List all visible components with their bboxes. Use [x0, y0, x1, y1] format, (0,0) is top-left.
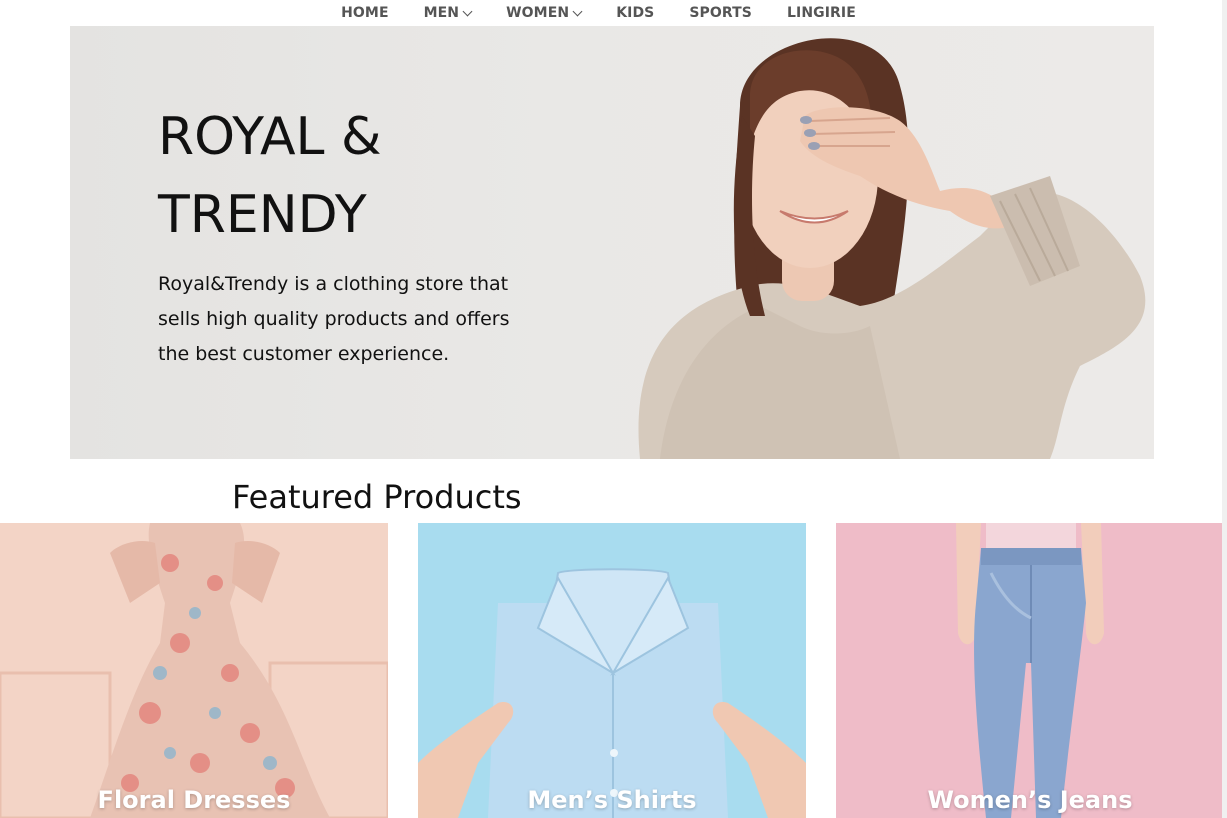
hero-title: ROYAL & TRENDY [158, 107, 382, 245]
page-scrollbar[interactable] [1222, 0, 1227, 818]
featured-heading: Featured Products [232, 478, 522, 516]
nav-item-label: WOMEN [506, 5, 570, 21]
hero-description: Royal&Trendy is a clothing store that se… [158, 273, 510, 365]
nav-item-kids[interactable]: KIDS [616, 5, 654, 21]
hero-model-image [638, 38, 1146, 459]
main-nav: HOME MEN WOMEN KIDS SPORTS LINGIRIE [0, 0, 1227, 26]
product-card-womens-jeans[interactable]: Women’s Jeans [836, 523, 1224, 818]
floral-dress-image [0, 523, 388, 818]
card-label: Floral Dresses [97, 786, 291, 814]
product-card-floral-dresses[interactable]: Floral Dresses [0, 523, 388, 818]
nav-item-label: HOME [341, 5, 389, 21]
card-label: Men’s Shirts [527, 786, 697, 814]
hero-banner: ROYAL & TRENDY Royal&Trendy is a clothin… [70, 26, 1154, 459]
chevron-down-icon [462, 6, 473, 16]
mens-shirt-image [418, 523, 806, 818]
nav-item-men[interactable]: MEN [423, 5, 473, 21]
nav-item-lingirie[interactable]: LINGIRIE [787, 5, 856, 21]
nav-item-women[interactable]: WOMEN [506, 5, 583, 21]
nav-list: HOME MEN WOMEN KIDS SPORTS LINGIRIE [341, 5, 856, 21]
chevron-down-icon [572, 6, 583, 16]
nav-item-label: LINGIRIE [787, 5, 856, 21]
nav-item-home[interactable]: HOME [341, 5, 389, 21]
card-label: Women’s Jeans [927, 786, 1133, 814]
product-card-mens-shirts[interactable]: Men’s Shirts [418, 523, 806, 818]
womens-jeans-image [836, 523, 1224, 818]
nav-item-label: SPORTS [689, 5, 752, 21]
nav-item-label: MEN [423, 5, 460, 21]
nav-item-sports[interactable]: SPORTS [689, 5, 752, 21]
nav-item-label: KIDS [616, 5, 655, 21]
